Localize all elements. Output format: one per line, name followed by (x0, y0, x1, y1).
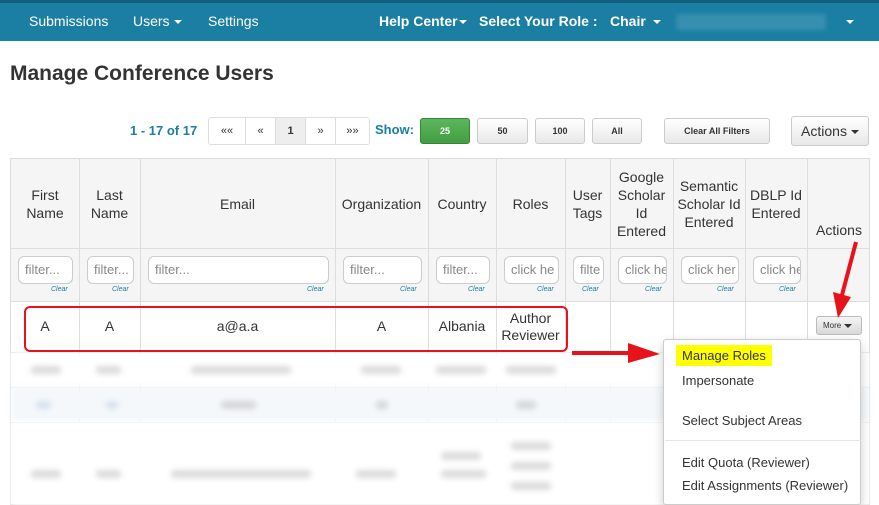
annotation-arrows (572, 241, 858, 363)
arrow-to-manage-roles-icon (572, 343, 660, 363)
arrow-to-more-button-icon (833, 241, 858, 318)
